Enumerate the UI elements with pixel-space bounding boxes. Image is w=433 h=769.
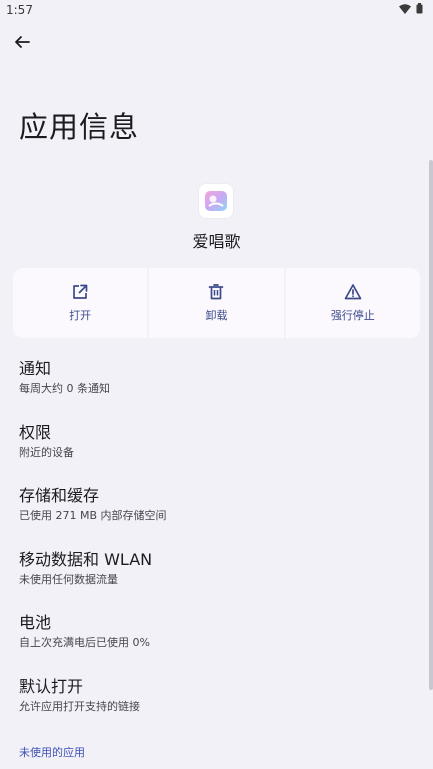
setting-title: 电池 bbox=[19, 613, 52, 632]
battery-icon bbox=[416, 3, 423, 14]
trash-icon bbox=[209, 284, 224, 300]
app-name: 爱唱歌 bbox=[192, 232, 241, 251]
setting-notifications[interactable]: 通知 每周大约 0 条通知 bbox=[0, 352, 420, 416]
setting-battery[interactable]: 电池 自上次充满电后已使用 0% bbox=[0, 606, 420, 670]
app-logo-icon bbox=[205, 191, 227, 211]
app-icon bbox=[199, 184, 233, 218]
force-stop-button-label: 强行停止 bbox=[330, 309, 375, 322]
setting-mobile-data[interactable]: 移动数据和 WLAN 未使用任何数据流量 bbox=[0, 543, 420, 607]
back-button[interactable] bbox=[8, 28, 36, 56]
open-button[interactable]: 打开 bbox=[13, 268, 148, 338]
scrollbar[interactable] bbox=[429, 160, 433, 690]
setting-storage[interactable]: 存储和缓存 已使用 271 MB 内部存储空间 bbox=[0, 479, 420, 543]
setting-permissions[interactable]: 权限 附近的设备 bbox=[0, 416, 420, 480]
setting-subtitle: 附近的设备 bbox=[19, 445, 74, 459]
status-bar: 1:57 bbox=[0, 0, 433, 22]
setting-title: 存储和缓存 bbox=[19, 486, 100, 505]
setting-title: 通知 bbox=[19, 359, 52, 378]
arrow-left-icon bbox=[15, 36, 30, 48]
wifi-icon bbox=[399, 3, 411, 14]
setting-subtitle: 已使用 271 MB 内部存储空间 bbox=[19, 509, 167, 522]
setting-title: 默认打开 bbox=[19, 676, 84, 696]
warning-icon bbox=[344, 284, 362, 300]
force-stop-button[interactable]: 强行停止 bbox=[285, 268, 420, 338]
setting-open-by-default[interactable]: 默认打开 允许应用打开支持的链接 bbox=[0, 670, 420, 734]
uninstall-button[interactable]: 卸载 bbox=[149, 268, 284, 338]
unused-apps-section-header: 未使用的应用 bbox=[19, 746, 85, 759]
setting-subtitle: 允许应用打开支持的链接 bbox=[19, 699, 140, 713]
uninstall-button-label: 卸载 bbox=[205, 309, 228, 322]
open-button-label: 打开 bbox=[69, 309, 92, 322]
setting-subtitle: 自上次充满电后已使用 0% bbox=[19, 636, 150, 649]
settings-list: 通知 每周大约 0 条通知 权限 附近的设备 存储和缓存 已使用 271 MB … bbox=[0, 352, 420, 733]
status-time: 1:57 bbox=[6, 3, 33, 17]
status-icons bbox=[399, 3, 423, 14]
setting-title: 权限 bbox=[19, 422, 52, 442]
action-row: 打开 卸载 强行停止 bbox=[13, 268, 420, 338]
open-external-icon bbox=[73, 284, 88, 299]
setting-subtitle: 未使用任何数据流量 bbox=[19, 572, 118, 586]
page-title: 应用信息 bbox=[19, 110, 140, 144]
setting-subtitle: 每周大约 0 条通知 bbox=[19, 382, 110, 395]
setting-title: 移动数据和 WLAN bbox=[19, 549, 153, 569]
